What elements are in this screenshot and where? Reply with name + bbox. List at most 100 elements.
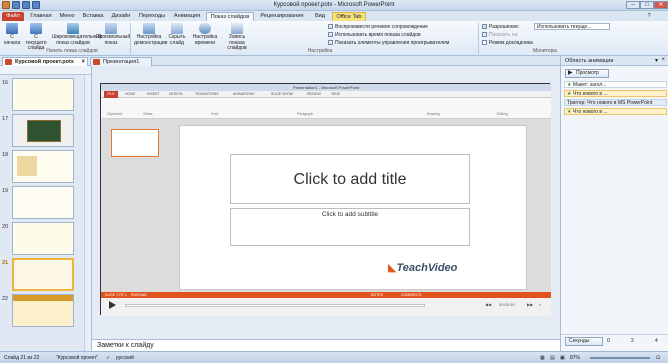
checkbox-checked-icon: ✓ (328, 32, 333, 38)
trigger-header[interactable]: Триггер: Что нового в MS PowerPoint (564, 99, 667, 106)
embedded-video[interactable]: Presentation1 - Microsoft PowerPoint FIL… (100, 83, 551, 316)
close-tab-icon[interactable]: × (81, 58, 85, 66)
broadcast-button[interactable]: Широковещательный показ слайдов (52, 23, 102, 46)
tab-insert[interactable]: Вставка (80, 12, 106, 21)
video-tab: DESIGN (169, 92, 183, 96)
doc-tab-presentation1[interactable]: Презентация1 (90, 57, 152, 66)
tab-animation[interactable]: Анимация (170, 12, 204, 21)
video-ribbon-tabs: FILE HOME INSERT DESIGN TRANSITIONS ANIM… (101, 91, 551, 98)
tab-menu[interactable]: Меню (56, 12, 78, 21)
close-button[interactable]: ✕ (654, 1, 668, 9)
notes-pane[interactable]: Заметки к слайду (92, 339, 560, 351)
slide-number: 22 (2, 296, 9, 302)
slide-thumbnail-21[interactable] (12, 258, 74, 291)
thumbnails-tabbar (0, 66, 91, 75)
setup-show-button[interactable]: Настройка демонстрации (134, 23, 167, 46)
slide-thumbnail-16[interactable] (12, 78, 74, 111)
from-start-button[interactable]: С начала (2, 23, 22, 46)
view-sorter-icon[interactable]: ▤ (550, 355, 555, 361)
slide-thumbnail-19[interactable] (12, 186, 74, 219)
animation-item-3[interactable]: ★ Что нового в ... (564, 108, 667, 115)
tab-office-tab[interactable]: Office Tab (332, 12, 366, 21)
tab-slide-show[interactable]: Показ слайдов (206, 12, 254, 21)
video-time: 00:00.00 (499, 302, 515, 307)
help-icon[interactable]: ? (644, 12, 654, 21)
tab-home[interactable]: Главная (28, 12, 54, 21)
presenter-view-checkbox[interactable]: Режим докладчика (482, 40, 533, 46)
pane-close-icon[interactable]: × (661, 57, 665, 63)
view-reading-icon[interactable]: ▣ (560, 355, 565, 361)
clock-icon (199, 23, 211, 34)
custom-show-button[interactable]: Произвольный показ (96, 23, 130, 46)
preview-button[interactable]: ▶ Просмотр (565, 69, 609, 78)
seconds-button[interactable]: Секунды (565, 337, 603, 346)
tab-view[interactable]: Вид (310, 12, 330, 21)
video-status-text: RUSSIAN (131, 293, 147, 297)
tab-file[interactable]: Файл (2, 12, 24, 21)
resolution-select[interactable]: Использовать текуще... (534, 23, 610, 30)
title-placeholder-text: Click to add title (293, 171, 407, 188)
video-status-text: NOTES (371, 293, 384, 297)
doc-tab-course-project[interactable]: Курсовой проект.potx × (2, 57, 88, 66)
slideshow-start-icon (6, 23, 18, 34)
animation-item-1[interactable]: ★ Макет: загол... (564, 81, 667, 88)
animation-item-2[interactable]: ★ Что нового в ... (564, 90, 667, 97)
slide-number: 19 (2, 188, 9, 194)
group-separator (478, 23, 479, 54)
video-seek-bar[interactable] (125, 304, 425, 307)
thumb-image (17, 156, 37, 176)
slide-number-selected: 21 (2, 260, 9, 266)
fit-window-icon[interactable]: ⊡ (656, 355, 660, 361)
ribbon: С начала С текущего слайда Широковещател… (0, 21, 668, 56)
slide-thumbnail-22[interactable] (12, 294, 74, 327)
rehearse-timings-button[interactable]: Настройка времени (190, 23, 220, 46)
video-tab: HOME (125, 92, 136, 96)
timeline-scale-tick: 4 (655, 338, 658, 344)
tab-review[interactable]: Рецензирование (256, 12, 308, 21)
spellcheck-icon[interactable]: ✓ (106, 355, 110, 361)
thumbnails-scrollbar[interactable] (84, 75, 91, 351)
media-controls-checkbox[interactable]: ✓ Показать элементы управления проигрыват… (328, 40, 449, 46)
slide-number: 17 (2, 116, 9, 122)
group-separator (130, 23, 131, 54)
video-group-label: Clipboard (107, 112, 122, 116)
checkbox-icon (482, 40, 487, 46)
hide-slide-button[interactable]: Скрыть слайд (166, 23, 188, 46)
language-indicator[interactable]: русский (116, 355, 134, 361)
video-group-label: Paragraph (297, 112, 314, 116)
play-icon[interactable] (109, 301, 116, 309)
chalkboard-image (27, 120, 61, 142)
prev-icon[interactable]: ◀◀ (485, 302, 491, 307)
entrance-star-icon: ★ (567, 91, 572, 97)
monitor-icon (482, 32, 487, 38)
narration-checkbox[interactable]: ✓ Воспроизвести речевое сопровождение (328, 24, 428, 30)
slide-number: 16 (2, 80, 9, 86)
slide-counter: Слайд 21 из 22 (4, 355, 40, 361)
zoom-level[interactable]: 87% (570, 355, 580, 361)
video-slide-canvas: Click to add title Click to add subtitle… (179, 125, 527, 290)
pane-dropdown-icon[interactable]: ▾ (655, 57, 658, 64)
video-status-strip: SLIDE 1 OF 1 RUSSIAN NOTES COMMENTS (101, 292, 551, 298)
slide-number: 18 (2, 152, 9, 158)
slide-thumbnail-20[interactable] (12, 222, 74, 255)
slide-thumbnail-18[interactable] (12, 150, 74, 183)
timings-checkbox[interactable]: ✓ Использовать время показа слайдов (328, 32, 421, 38)
video-tab: VIEW (331, 92, 340, 96)
minimize-button[interactable]: – (626, 1, 640, 9)
maximize-button[interactable]: □ (640, 1, 654, 9)
video-tab: SLIDE SHOW (271, 92, 293, 96)
setup-show-icon (143, 23, 155, 34)
zoom-slider[interactable] (590, 357, 650, 359)
animation-pane-title: Область анимации (561, 56, 668, 66)
tab-design[interactable]: Дизайн (108, 12, 134, 21)
record-show-button[interactable]: Запись показа слайдов (222, 23, 252, 52)
subtitle-placeholder-text: Click to add subtitle (321, 211, 379, 218)
view-normal-icon[interactable]: ▦ (540, 355, 545, 361)
slide-thumbnail-17[interactable] (12, 114, 74, 147)
volume-icon[interactable]: ◐ (539, 302, 541, 307)
tab-transitions[interactable]: Переходы (136, 12, 168, 21)
entrance-star-icon: ★ (567, 82, 572, 88)
document-tabs: Курсовой проект.potx × Презентация1 (0, 56, 560, 66)
hide-slide-icon (171, 23, 183, 34)
next-icon[interactable]: ▶▶ (527, 302, 533, 307)
